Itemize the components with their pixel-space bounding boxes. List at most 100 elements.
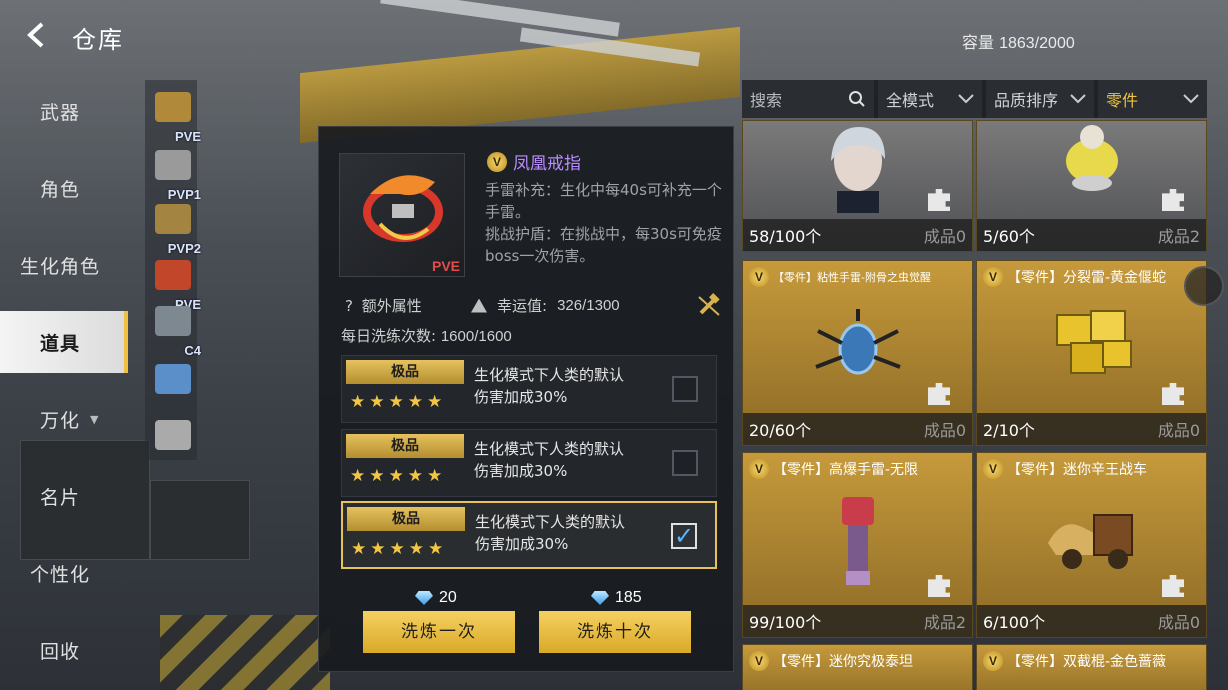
part-name-text: 【零件】粘性手雷-附骨之虫觉醒	[773, 271, 931, 284]
helmet-icon	[155, 364, 191, 394]
option-text: 生化模式下人类的默认 伤害加成30%	[474, 364, 644, 408]
vip-badge-icon: V	[487, 151, 507, 172]
part-card[interactable]: 58/100个 成品0	[742, 120, 973, 252]
dropdown-label: 全模式	[886, 91, 935, 110]
luck-indicator: 幸运值: 326/1300	[471, 295, 620, 316]
option-line: 生化模式下人类的默认	[475, 513, 626, 531]
thumb-slot[interactable]	[153, 360, 195, 418]
refine-ten-button[interactable]: 洗炼十次	[539, 611, 691, 653]
refine-once-button[interactable]: 洗炼一次	[363, 611, 515, 653]
attribute-row: ? 额外属性 幸运值: 326/1300	[341, 293, 721, 317]
part-card[interactable]: V 【零件】迷你辛王战车 6/100个 成品0	[976, 452, 1207, 638]
part-name-text: 【零件】分裂雷-黄金偃蛇	[1007, 270, 1167, 286]
gold-cube-grenade-icon	[1055, 310, 1132, 374]
part-card[interactable]: V 【零件】双截棍-金色蔷薇	[976, 644, 1207, 690]
phoenix-ring-icon	[155, 260, 191, 290]
grade-badge: 极品	[346, 434, 464, 458]
vip-badge-icon: V	[749, 459, 769, 479]
card-footer: 6/100个 成品0	[977, 605, 1206, 637]
help-icon[interactable]: ?	[341, 297, 357, 315]
luck-value: 326/1300	[557, 297, 620, 314]
part-card[interactable]: V 【零件】粘性手雷-附骨之虫觉醒 20/60个 成品0	[742, 260, 973, 446]
category-sidebar: 武器 角色 生化角色 道具 万化 ▼ 名片 个性化 回收	[0, 70, 128, 690]
sidebar-item-personalization[interactable]: 个性化	[0, 542, 128, 604]
background-floor-stripes	[160, 615, 330, 690]
sidebar-item-items[interactable]: 道具	[0, 311, 128, 373]
mode-dropdown[interactable]: 全模式	[878, 80, 982, 118]
star-rating: ★★★★★	[351, 539, 448, 559]
dropdown-label: 零件	[1106, 91, 1139, 110]
refine-option-selected[interactable]: 极品 ★★★★★ 生化模式下人类的默认 伤害加成30% ✓	[341, 501, 717, 569]
search-input[interactable]: 搜索	[742, 80, 874, 118]
option-line: 生化模式下人类的默认	[474, 366, 625, 384]
crossbow-item-icon	[155, 204, 191, 234]
puzzle-piece-icon	[928, 383, 950, 405]
grade-badge: 极品	[347, 507, 465, 531]
daily-label: 每日洗练次数:	[341, 327, 437, 345]
part-card[interactable]: 5/60个 成品2	[976, 120, 1207, 252]
grade-badge: 极品	[346, 360, 464, 384]
cost-once: 20	[415, 589, 457, 607]
part-name: V 【零件】粘性手雷-附骨之虫觉醒	[749, 267, 931, 287]
puzzle-piece-icon	[928, 575, 950, 597]
item-detail-panel: PVE V 凤凰戒指 手雷补充：生化中每40s可补充一个手雷。 挑战护盾：在挑战…	[318, 126, 734, 672]
sort-dropdown[interactable]: 品质排序	[986, 80, 1094, 118]
part-name-text: 【零件】迷你辛王战车	[1007, 462, 1147, 478]
crafted-count: 成品0	[923, 227, 966, 246]
background-light-beam	[380, 0, 620, 37]
sidebar-item-recycle[interactable]: 回收	[0, 619, 128, 681]
card-footer: 58/100个 成品0	[743, 219, 972, 251]
equipped-items-column: PVE PVP1 PVP2 PVE C4	[145, 80, 201, 460]
puzzle-piece-icon	[1162, 189, 1184, 211]
thumb-label: C4	[184, 343, 201, 358]
item-desc-line: 手雷补充：生化中每40s可补充一个手雷。	[485, 181, 722, 221]
star-rating: ★★★★★	[350, 392, 447, 412]
vip-badge-icon: V	[983, 459, 1003, 479]
chevron-down-icon	[1183, 94, 1199, 104]
thumb-slot[interactable]	[153, 416, 195, 474]
sidebar-item-weapons[interactable]: 武器	[0, 80, 128, 142]
part-name: V 【零件】双截棍-金色蔷薇	[983, 651, 1166, 671]
thumb-slot[interactable]: PVP1	[153, 146, 201, 204]
sidebar-item-label: 名片	[40, 486, 81, 509]
scroll-handle[interactable]	[1184, 266, 1224, 306]
crafted-count: 成品0	[1157, 421, 1200, 440]
cost-value: 20	[439, 589, 457, 606]
part-name: V 【零件】分裂雷-黄金偃蛇	[983, 267, 1166, 287]
item-name-text: 凤凰戒指	[513, 154, 581, 174]
option-checkbox[interactable]	[672, 450, 698, 476]
part-count: 20/60个	[749, 421, 812, 440]
daily-value: 1600/1600	[440, 328, 512, 345]
crafted-count: 成品2	[1157, 227, 1200, 246]
search-placeholder: 搜索	[750, 91, 783, 110]
back-arrow-icon[interactable]	[20, 18, 54, 52]
part-name: V 【零件】迷你辛王战车	[983, 459, 1147, 479]
thumb-slot[interactable]: PVE	[153, 88, 201, 146]
sidebar-item-label: 角色	[40, 178, 81, 201]
sidebar-item-characters[interactable]: 角色	[0, 157, 128, 219]
crafted-count: 成品0	[1157, 613, 1200, 632]
thumb-slot[interactable]: C4	[153, 302, 201, 360]
sidebar-item-cards[interactable]: 名片	[0, 465, 128, 527]
hammer-tool-icon[interactable]	[697, 293, 721, 317]
card-footer: 20/60个 成品0	[743, 413, 972, 445]
part-card[interactable]: V 【零件】高爆手雷-无限 99/100个 成品2	[742, 452, 973, 638]
puzzle-piece-icon	[1162, 575, 1184, 597]
checkmark-icon[interactable]: ✓	[671, 523, 697, 549]
card-footer: 5/60个 成品2	[977, 219, 1206, 251]
vip-badge-icon: V	[749, 267, 769, 287]
refine-option[interactable]: 极品 ★★★★★ 生化模式下人类的默认 伤害加成30%	[341, 355, 717, 423]
sidebar-item-label: 生化角色	[20, 255, 101, 278]
card-footer: 99/100个 成品2	[743, 605, 972, 637]
part-name-text: 【零件】迷你究极泰坦	[773, 654, 913, 670]
clover-icon	[471, 298, 487, 313]
part-card[interactable]: V 【零件】分裂雷-黄金偃蛇 2/10个 成品0	[976, 260, 1207, 446]
sidebar-item-zombie-characters[interactable]: 生化角色	[0, 234, 128, 296]
sidebar-item-wanhua[interactable]: 万化 ▼	[0, 388, 128, 450]
option-checkbox[interactable]	[672, 376, 698, 402]
thumb-slot[interactable]: PVP2	[153, 200, 201, 258]
category-dropdown[interactable]: 零件	[1098, 80, 1207, 118]
page-title: 仓库	[72, 26, 124, 54]
part-card[interactable]: V 【零件】迷你究极泰坦	[742, 644, 973, 690]
refine-option[interactable]: 极品 ★★★★★ 生化模式下人类的默认 伤害加成30%	[341, 429, 717, 497]
